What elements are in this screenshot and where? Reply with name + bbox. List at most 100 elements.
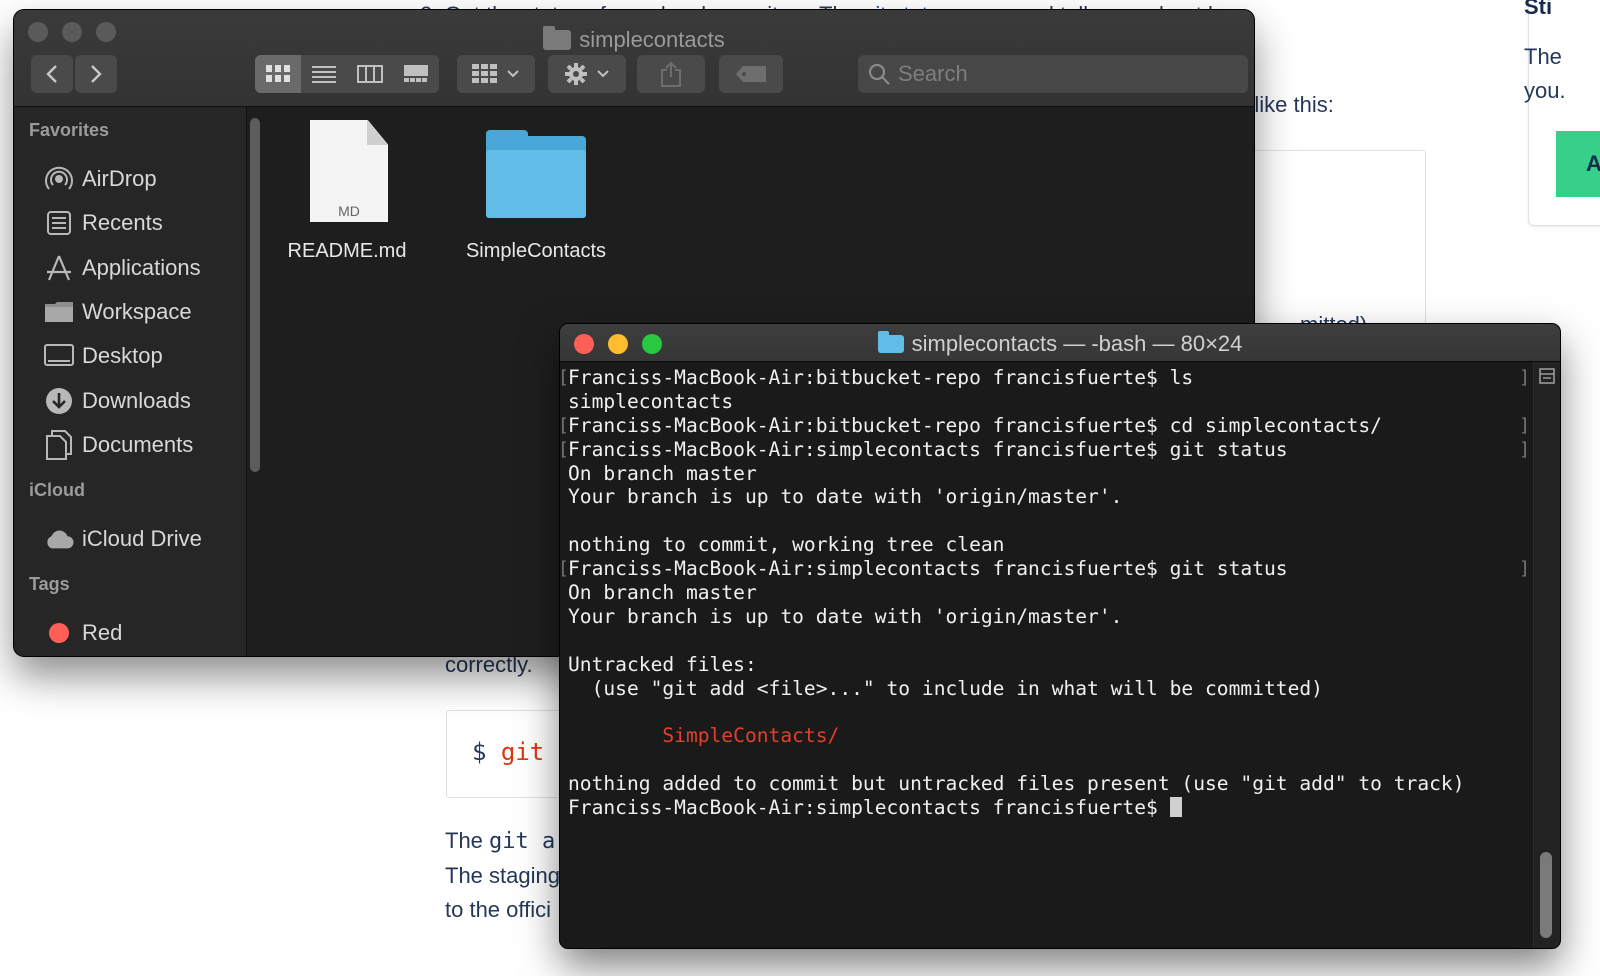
chevron-left-icon	[46, 65, 57, 83]
view-mode-control	[255, 55, 439, 93]
bg-right-text1: The	[1524, 44, 1562, 69]
chevron-right-icon	[91, 65, 102, 83]
sidebar-item-documents[interactable]: Documents	[44, 425, 193, 465]
grid-icon	[266, 65, 290, 82]
tags-button[interactable]	[719, 55, 783, 93]
file-type-label: MD	[338, 203, 360, 219]
list-icon	[312, 66, 336, 83]
window-title: simplecontacts	[14, 26, 1254, 53]
group-grid-icon	[472, 64, 497, 83]
bg-right-text2: you.	[1524, 78, 1566, 103]
folder-icon	[543, 26, 572, 50]
sidebar-item-label: Downloads	[82, 388, 191, 413]
action-button[interactable]	[548, 55, 626, 93]
finder-titlebar[interactable]: simplecontacts Search	[14, 10, 1254, 107]
gallery-icon	[404, 65, 428, 82]
sidebar-scrollbar[interactable]	[250, 118, 260, 472]
icon-view-button[interactable]	[255, 55, 301, 93]
sidebar-item-recents[interactable]: Recents	[44, 203, 163, 243]
cloud-icon	[44, 524, 74, 554]
sidebar-item-icloud-drive[interactable]: iCloud Drive	[44, 519, 202, 559]
sidebar-item-tag-red[interactable]: Red	[44, 613, 122, 653]
terminal-line: Untracked files:	[568, 652, 757, 676]
search-field[interactable]: Search	[858, 55, 1248, 93]
prompt-marker: [	[560, 415, 569, 436]
gallery-view-button[interactable]	[393, 55, 439, 93]
terminal-line: Your branch is up to date with 'origin/m…	[568, 485, 1123, 509]
group-by-button[interactable]	[457, 55, 535, 93]
prompt-marker: [	[560, 439, 569, 460]
terminal-prompt-line: Franciss-MacBook-Air:simplecontacts fran…	[568, 796, 1524, 820]
terminal-line: simplecontacts	[568, 389, 734, 413]
sidebar-item-workspace[interactable]: Workspace	[44, 292, 192, 332]
sidebar-item-airdrop[interactable]: AirDrop	[44, 159, 157, 199]
untracked-file-line: SimpleContacts/	[568, 724, 840, 748]
terminal-scrollbar[interactable]	[1540, 852, 1552, 938]
search-placeholder: Search	[898, 61, 968, 86]
file-name: README.md	[287, 240, 407, 262]
column-view-button[interactable]	[347, 55, 393, 93]
terminal-line: Franciss-MacBook-Air:bitbucket-repo fran…	[568, 413, 1382, 437]
bg-para-a: The git a	[445, 828, 556, 854]
terminal-titlebar[interactable]: simplecontacts — -bash — 80×24	[560, 324, 1560, 362]
folder-icon	[877, 331, 904, 353]
sidebar-header-icloud: iCloud	[29, 480, 85, 500]
back-button[interactable]	[31, 55, 73, 93]
forward-button[interactable]	[75, 55, 117, 93]
terminal-window[interactable]: simplecontacts — -bash — 80×24 Franciss-…	[560, 324, 1560, 948]
sidebar-header-favorites: Favorites	[29, 120, 110, 140]
prompt-marker: [	[560, 558, 569, 579]
sidebar-item-label: AirDrop	[82, 166, 157, 191]
terminal-line: Franciss-MacBook-Air:simplecontacts fran…	[568, 437, 1288, 461]
sidebar-item-desktop[interactable]: Desktop	[44, 336, 163, 376]
prompt-marker: ]	[1519, 367, 1530, 388]
terminal-output[interactable]: Franciss-MacBook-Air:bitbucket-repo fran…	[568, 366, 1524, 820]
sidebar-item-downloads[interactable]: Downloads	[44, 381, 191, 421]
bg-right-button[interactable]: A	[1556, 131, 1600, 197]
folder-icon	[44, 297, 74, 327]
chevron-down-icon	[597, 70, 609, 78]
prompt-marker: ]	[1519, 415, 1530, 436]
prompt-marker: ]	[1519, 558, 1530, 579]
chevron-down-icon	[507, 70, 519, 78]
share-icon	[661, 61, 681, 87]
recents-icon	[44, 208, 74, 238]
desktop-icon	[44, 341, 74, 371]
sidebar-item-label: iCloud Drive	[82, 526, 202, 551]
terminal-line: On branch master	[568, 581, 757, 605]
share-button[interactable]	[637, 55, 705, 93]
folder-front	[486, 150, 586, 218]
split-pane-icon	[1539, 368, 1555, 384]
columns-icon	[357, 65, 383, 83]
sidebar-item-label: Documents	[82, 432, 194, 457]
terminal-line: Your branch is up to date with 'origin/m…	[568, 604, 1123, 628]
prompt-marker: [	[560, 367, 569, 388]
downloads-icon	[44, 386, 74, 416]
sidebar-item-label: Desktop	[82, 343, 163, 368]
finder-sidebar: Favorites AirDrop Recents Applications W…	[14, 107, 247, 656]
airdrop-icon	[44, 164, 74, 194]
terminal-line: On branch master	[568, 461, 757, 485]
terminal-line: (use "git add <file>..." to include in w…	[568, 676, 1323, 700]
search-icon	[868, 63, 890, 85]
terminal-line: nothing added to commit but untracked fi…	[568, 772, 1465, 796]
sidebar-header-tags: Tags	[29, 574, 70, 594]
bg-right-heading: Sti	[1524, 0, 1553, 19]
text-cursor	[1169, 797, 1182, 818]
list-view-button[interactable]	[301, 55, 347, 93]
sidebar-item-label: Workspace	[82, 299, 192, 324]
sidebar-item-label: Red	[82, 620, 123, 645]
terminal-line: Franciss-MacBook-Air:bitbucket-repo fran…	[568, 366, 1194, 389]
sidebar-item-label: Recents	[82, 210, 163, 235]
documents-icon	[44, 430, 74, 460]
red-tag-dot-icon	[44, 618, 74, 648]
window-title: simplecontacts — -bash — 80×24	[560, 331, 1560, 357]
gear-icon	[565, 63, 587, 85]
sidebar-item-applications[interactable]: Applications	[44, 248, 201, 288]
prompt-marker: ]	[1519, 439, 1530, 460]
bg-code-line: $ git	[472, 738, 545, 766]
sidebar-item-label: Applications	[82, 255, 201, 280]
